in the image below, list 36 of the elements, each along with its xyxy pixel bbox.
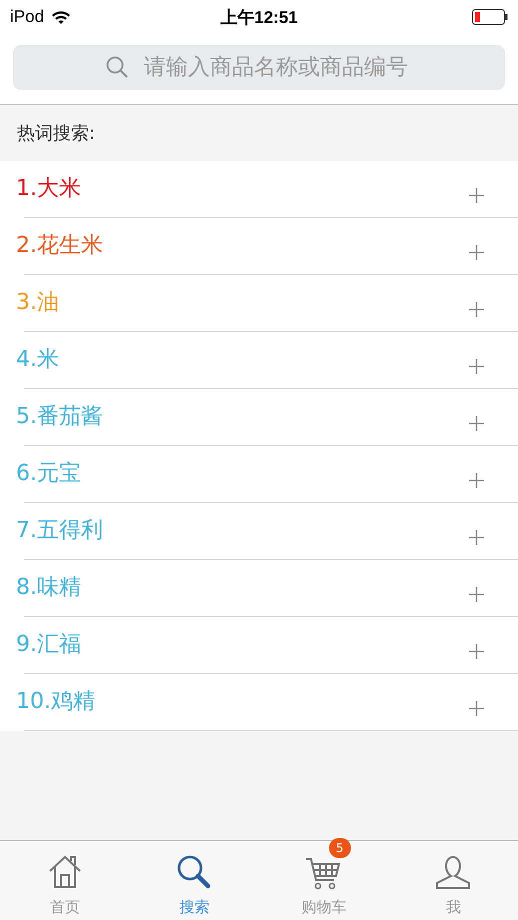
add-icon[interactable] (469, 473, 484, 488)
add-icon[interactable] (469, 416, 484, 431)
add-icon[interactable] (469, 359, 484, 374)
tab-item[interactable]: 我 (388, 841, 518, 920)
hot-word-link[interactable]: 1.大米 (16, 173, 81, 203)
add-icon[interactable] (469, 701, 484, 716)
battery-icon (472, 9, 508, 25)
hot-word-link[interactable]: 9.汇福 (16, 629, 81, 659)
hot-word-link[interactable]: 2.花生米 (16, 230, 103, 260)
search-icon (176, 854, 212, 890)
clock-time: 上午12:51 (220, 8, 298, 26)
home-icon (46, 854, 83, 890)
tab-item[interactable]: 搜索 (130, 841, 259, 920)
cart-icon (304, 856, 343, 890)
hot-word-link[interactable]: 10.鸡精 (16, 686, 95, 716)
search-field[interactable]: 请输入商品名称或商品编号 (13, 45, 505, 90)
search-icon (106, 56, 128, 78)
add-icon[interactable] (469, 530, 484, 545)
add-icon[interactable] (469, 587, 484, 602)
count-badge: 5 (328, 838, 351, 858)
wifi-icon (51, 10, 72, 24)
hot-word-link[interactable]: 3.油 (16, 287, 59, 317)
add-icon[interactable] (469, 188, 484, 203)
carrier-name: iPod (10, 7, 44, 27)
user-icon (434, 854, 472, 890)
hot-word-link[interactable]: 6.元宝 (16, 458, 81, 488)
section-title: 热词搜索: (17, 122, 96, 145)
hot-word-link[interactable]: 8.味精 (16, 572, 81, 602)
add-icon[interactable] (469, 245, 484, 260)
tab-item[interactable]: 首页 (0, 841, 130, 920)
add-icon[interactable] (469, 302, 484, 317)
hot-word-link[interactable]: 4.米 (16, 344, 59, 374)
hot-word-link[interactable]: 5.番茄酱 (16, 401, 103, 431)
hot-word-link[interactable]: 7.五得利 (16, 515, 103, 545)
add-icon[interactable] (469, 644, 484, 659)
tab-item[interactable]: 5 购物车 (259, 841, 388, 920)
